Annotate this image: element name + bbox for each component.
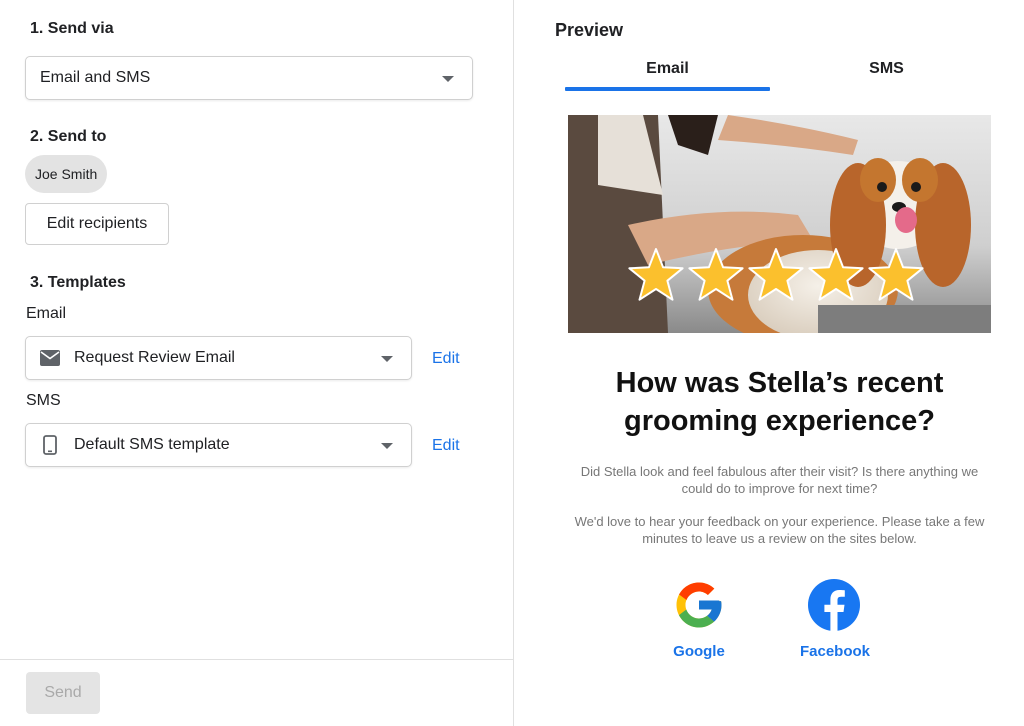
email-template-label: Email — [26, 305, 67, 322]
facebook-icon[interactable] — [808, 579, 860, 631]
email-template-value: Request Review Email — [74, 349, 235, 366]
google-icon[interactable] — [672, 578, 726, 632]
phone-icon — [40, 435, 60, 455]
templates-title: 3. Templates — [30, 274, 126, 291]
active-tab-indicator — [565, 87, 770, 91]
tab-sms[interactable]: SMS — [784, 60, 989, 78]
compose-panel: 1. Send via Email and SMS 2. Send to Joe… — [0, 0, 513, 726]
star-icon — [628, 248, 684, 301]
preview-paragraph-1: Did Stella look and feel fabulous after … — [580, 464, 979, 496]
mail-icon — [40, 348, 60, 368]
sms-template-select[interactable]: Default SMS template — [25, 423, 412, 467]
send-button[interactable]: Send — [26, 672, 100, 714]
star-icon — [688, 248, 744, 301]
hero-image — [568, 115, 991, 333]
facebook-link[interactable]: Facebook — [794, 643, 876, 660]
edit-sms-template-link[interactable]: Edit — [432, 437, 460, 455]
chevron-down-icon — [442, 76, 454, 82]
send-via-select[interactable]: Email and SMS — [25, 56, 473, 100]
chevron-down-icon — [381, 443, 393, 449]
sms-template-value: Default SMS template — [74, 436, 230, 453]
preview-panel: Preview Email SMS How was Stella’s recen… — [514, 0, 1024, 726]
tab-email[interactable]: Email — [565, 60, 770, 78]
send-to-title: 2. Send to — [30, 128, 107, 145]
send-via-title: 1. Send via — [30, 20, 114, 37]
preview-paragraph-2: We'd love to hear your feedback on your … — [574, 514, 985, 546]
edit-recipients-button[interactable]: Edit recipients — [25, 203, 169, 245]
google-link[interactable]: Google — [664, 643, 734, 660]
edit-email-template-link[interactable]: Edit — [432, 350, 460, 368]
preview-title: Preview — [555, 20, 624, 40]
rating-stars — [628, 247, 928, 307]
email-template-select[interactable]: Request Review Email — [25, 336, 412, 380]
footer-divider — [0, 659, 513, 660]
recipient-chip[interactable]: Joe Smith — [25, 155, 108, 193]
send-via-value: Email and SMS — [40, 69, 151, 86]
star-icon — [808, 248, 864, 301]
preview-heading: How was Stella’s recent grooming experie… — [615, 367, 944, 437]
chevron-down-icon — [381, 356, 393, 362]
sms-template-label: SMS — [26, 392, 61, 409]
star-icon — [748, 248, 804, 301]
star-icon — [868, 248, 924, 301]
